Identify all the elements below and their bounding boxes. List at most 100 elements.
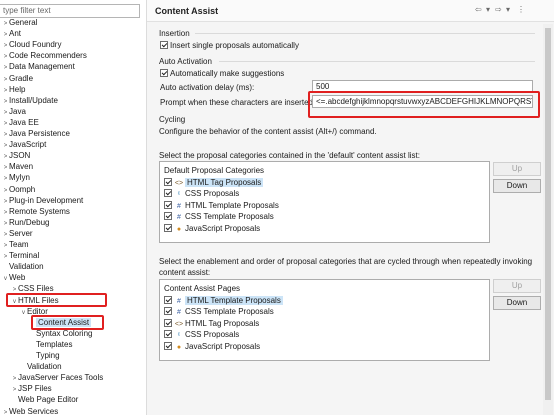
tree-item[interactable]: Typing	[29, 350, 60, 361]
forward-menu-chevron-icon[interactable]: ▾	[506, 5, 510, 14]
tree-item[interactable]: > Java	[2, 106, 26, 117]
template-icon: #	[177, 202, 181, 210]
back-arrow-icon[interactable]: ⇦	[475, 5, 482, 14]
default-up-button[interactable]: Up	[493, 162, 541, 176]
tree-item[interactable]: > Plug-in Development	[2, 195, 84, 206]
content-assist-page: Content Assist ⇦ ▾ ⇨ ▾ ⋮ Insertion Inser…	[147, 0, 554, 415]
preferences-tree-pane: type filter text > General > Ant > Cloud Foun…	[0, 0, 147, 415]
cycling-description: Configure the behavior of the content as…	[159, 127, 377, 136]
list-item-label: HTML Tag Proposals	[185, 318, 260, 328]
tree-item-label: Typing	[36, 351, 60, 360]
collapsed-chevron-icon[interactable]: >	[2, 408, 9, 415]
back-menu-chevron-icon[interactable]: ▾	[486, 5, 490, 14]
tree-item-label: Gradle	[9, 73, 34, 83]
cycle-down-button[interactable]: Down	[493, 296, 541, 310]
tree-item-label: Java	[9, 106, 26, 116]
tree-item[interactable]: > Java EE	[2, 117, 39, 128]
tree-item-label: Web Services	[9, 406, 59, 415]
list-item-label: JavaScript Proposals	[185, 341, 261, 351]
list-item[interactable]: ᶜ CSS Proposals	[164, 188, 239, 199]
default-categories-list[interactable]: Default Proposal Categories <> HTML Tag P…	[159, 161, 490, 243]
checked-icon[interactable]	[164, 341, 172, 350]
list-item[interactable]: # HTML Template Proposals	[164, 295, 283, 306]
tree-item[interactable]: Web Page Editor	[11, 394, 78, 405]
forward-arrow-icon[interactable]: ⇨	[495, 5, 502, 14]
list-item[interactable]: ● JavaScript Proposals	[164, 341, 260, 352]
checked-icon[interactable]	[164, 307, 172, 316]
trigger-chars-label: Prompt when these characters are inserte…	[160, 98, 316, 107]
tree-item[interactable]: > Gradle	[2, 73, 33, 84]
list-item[interactable]: # CSS Template Proposals	[164, 306, 274, 317]
list-item[interactable]: ᶜ CSS Proposals	[164, 329, 239, 340]
tree-item[interactable]: Templates	[29, 339, 72, 350]
tree-item[interactable]: > Team	[2, 239, 29, 250]
tree-item-label: Java EE	[9, 117, 39, 127]
tree-item[interactable]: > Data Management	[2, 61, 75, 72]
tree-item[interactable]: Validation	[20, 361, 62, 372]
expanded-chevron-icon[interactable]: v	[2, 274, 9, 285]
view-menu-icon[interactable]: ⋮	[517, 5, 525, 14]
checked-icon[interactable]	[164, 178, 172, 186]
checked-icon[interactable]	[164, 223, 172, 232]
insertion-heading: Insertion	[159, 29, 190, 38]
highlight-trigger-chars	[308, 91, 540, 118]
tree-item[interactable]: v Web	[2, 272, 25, 283]
tree-item[interactable]: > Remote Systems	[2, 206, 70, 217]
default-down-button[interactable]: Down	[493, 179, 541, 193]
tree-item[interactable]: > Maven	[2, 161, 33, 172]
auto-activation-separator	[219, 61, 535, 62]
filter-input[interactable]: type filter text	[0, 4, 140, 18]
expanded-chevron-icon[interactable]: v	[20, 308, 27, 319]
tree-item[interactable]: > Cloud Foundry	[2, 39, 62, 50]
tree-item[interactable]: > General	[2, 17, 38, 28]
list-item[interactable]: ● JavaScript Proposals	[164, 223, 260, 234]
cycle-pages-list[interactable]: Content Assist Pages # HTML Template Prop…	[159, 279, 490, 361]
tree-item-label: Mylyn	[9, 173, 30, 183]
checked-icon	[160, 41, 168, 49]
tree-item[interactable]: > Install/Update	[2, 95, 58, 106]
scrollbar-thumb[interactable]	[545, 28, 551, 400]
checked-icon[interactable]	[164, 330, 172, 339]
auto-suggest-checkbox[interactable]: Automatically make suggestions	[160, 69, 284, 78]
cycle-up-button[interactable]: Up	[493, 279, 541, 293]
list-item[interactable]: <> HTML Tag Proposals	[164, 177, 264, 188]
list-item[interactable]: # HTML Template Proposals	[164, 200, 279, 211]
tree-item[interactable]: > Ant	[2, 28, 21, 39]
checked-icon[interactable]	[164, 189, 172, 198]
tree-item[interactable]: > Web Services	[2, 406, 58, 415]
checked-icon[interactable]	[164, 318, 172, 327]
tree-item[interactable]: > JSP Files	[11, 383, 52, 394]
cycle-list-header: Content Assist Pages	[164, 284, 241, 293]
tree-item[interactable]: Validation	[2, 261, 44, 272]
list-item[interactable]: <> HTML Tag Proposals	[164, 318, 259, 329]
list-item[interactable]: # CSS Template Proposals	[164, 211, 274, 222]
tree-item-label: Ant	[9, 29, 22, 39]
vertical-scrollbar[interactable]	[543, 24, 553, 415]
tree-item-label: Maven	[9, 162, 34, 172]
list-item-label: CSS Template Proposals	[185, 212, 274, 222]
tree-item-label: Plug-in Development	[9, 195, 84, 205]
checked-icon[interactable]	[164, 200, 172, 209]
css-icon: ᶜ	[177, 191, 181, 199]
tree-item[interactable]: > JSON	[2, 150, 31, 161]
html-tag-icon: <>	[174, 320, 184, 328]
html-tag-icon: <>	[174, 180, 184, 187]
tree-item[interactable]: > Mylyn	[2, 172, 30, 183]
insertion-separator	[195, 33, 535, 34]
page-header: Content Assist ⇦ ▾ ⇨ ▾ ⋮	[147, 0, 554, 22]
tree-item[interactable]: > Java Persistence	[2, 128, 70, 139]
tree-item[interactable]: > Oomph	[2, 184, 36, 195]
checked-icon[interactable]	[164, 296, 172, 304]
checked-icon[interactable]	[164, 212, 172, 221]
insert-single-proposals-checkbox[interactable]: Insert single proposals automatically	[160, 41, 299, 50]
tree-item-label: Code Recommenders	[9, 51, 87, 61]
tree-item[interactable]: > JavaServer Faces Tools	[11, 372, 104, 383]
tree-item[interactable]: > Help	[2, 84, 26, 95]
tree-item[interactable]: > Server	[2, 228, 33, 239]
tree-item[interactable]: > Code Recommenders	[2, 50, 87, 61]
tree-item[interactable]: > Terminal	[2, 250, 40, 261]
tree-item[interactable]: > JavaScript	[2, 139, 47, 150]
template-icon: #	[177, 214, 181, 222]
auto-activation-heading: Auto Activation	[159, 57, 212, 66]
tree-item[interactable]: > Run/Debug	[2, 217, 50, 228]
